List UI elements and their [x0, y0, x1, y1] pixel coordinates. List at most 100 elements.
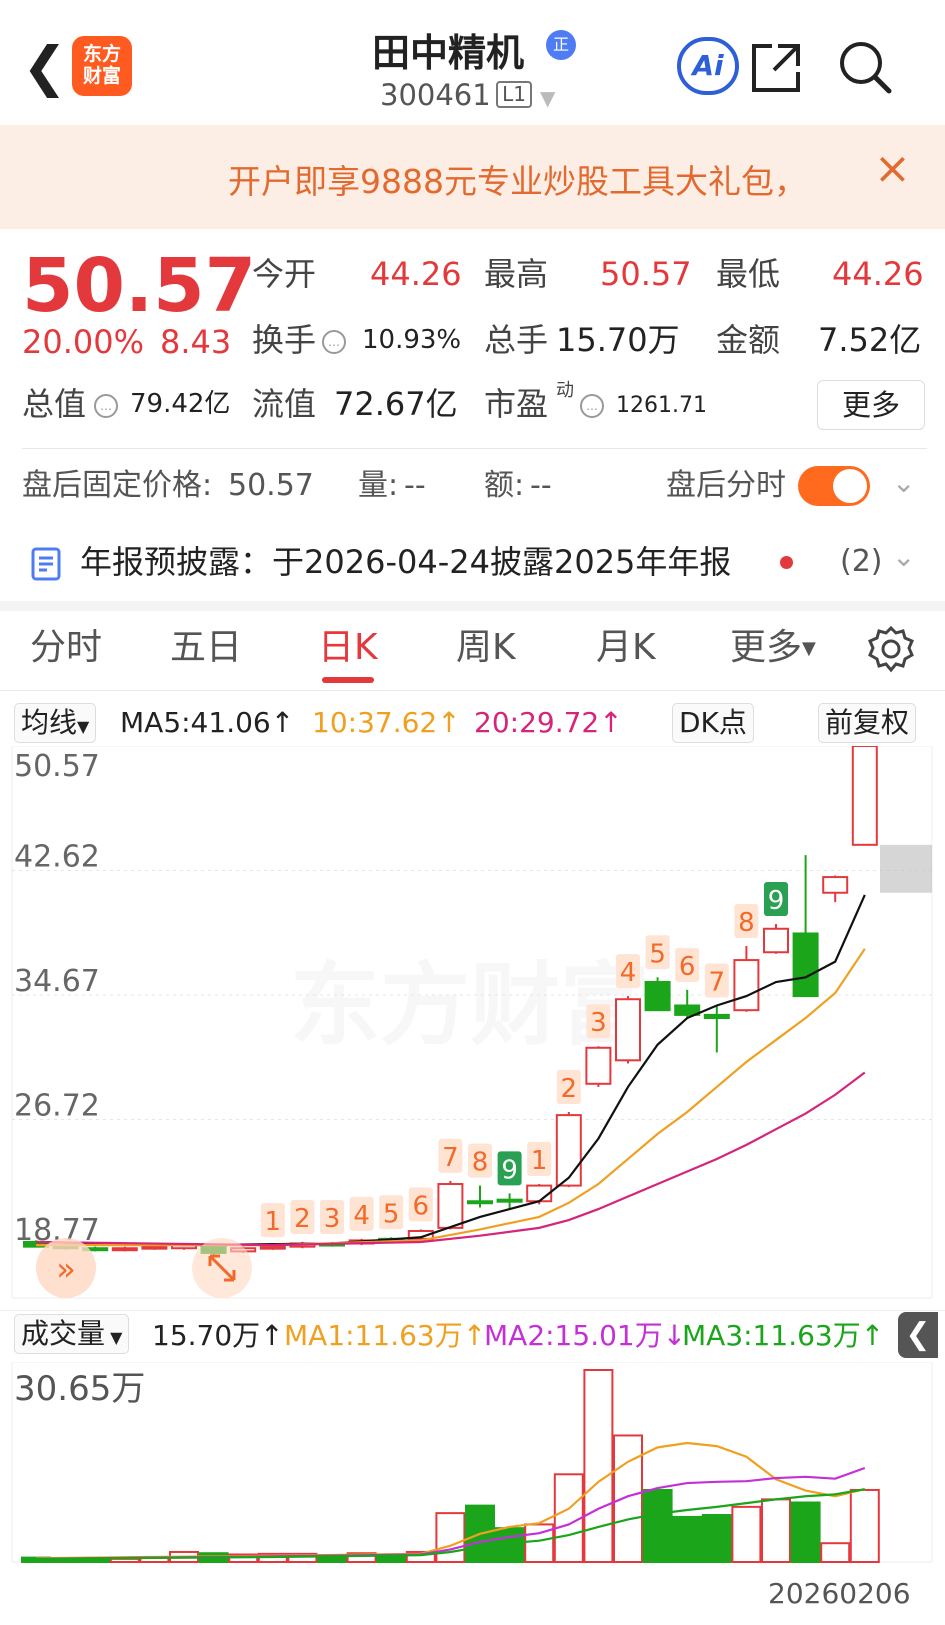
prev-close-band: [880, 844, 932, 893]
candle-body: [763, 927, 789, 954]
sequence-label-text: 6: [679, 952, 696, 982]
sequence-label-text: 3: [324, 1204, 341, 1234]
collapse-panel-icon[interactable]: ❮: [898, 1312, 938, 1358]
sequence-label: 6: [675, 947, 700, 982]
volume-bar: [672, 1515, 703, 1564]
sequence-labels: 1 2 3 4 5 67 8 9 12345 6789: [260, 882, 788, 1238]
high-label: 最高: [484, 255, 549, 293]
info-icon[interactable]: …: [318, 320, 350, 360]
candle-body: [644, 981, 671, 1012]
open-value: 44.26: [370, 255, 462, 293]
sequence-label: 9: [497, 1151, 522, 1186]
sequence-label-text: 1: [265, 1207, 282, 1237]
tab-more[interactable]: 更多▼: [730, 625, 816, 672]
vol-ma2: MA2:15.01万↓: [484, 1319, 687, 1352]
sequence-label-text: 5: [383, 1199, 400, 1229]
candle-body: [259, 1245, 286, 1250]
ma5-value: MA5:41.06↑: [120, 706, 295, 739]
app-logo[interactable]: 东方 财富: [72, 36, 132, 96]
tab-more-label: 更多: [730, 627, 803, 668]
level-badge[interactable]: L1: [496, 81, 532, 108]
vol-ma1: MA1:11.63万↑: [284, 1319, 487, 1352]
close-icon[interactable]: ×: [874, 147, 911, 191]
tab-monthly-k[interactable]: 月K: [596, 625, 656, 671]
disclosure-text[interactable]: 年报预披露：于2026-04-24披露2025年年报: [80, 540, 731, 584]
ma20-value: 20:29.72↑: [474, 706, 623, 739]
volume-bar: [701, 1514, 732, 1563]
caret-down-icon: ▼: [802, 638, 816, 659]
settings-gear-icon[interactable]: [866, 624, 916, 674]
ai-assistant-button[interactable]: Ai: [677, 37, 739, 95]
tab-weekly-k[interactable]: 周K: [456, 625, 516, 671]
volume-bar: [731, 1505, 762, 1563]
nav-left-icon[interactable]: »: [36, 1238, 96, 1298]
change-percent: 20.00%: [22, 323, 145, 361]
info-icon[interactable]: …: [90, 384, 122, 424]
stock-name: 田中精机: [372, 31, 525, 75]
promo-banner[interactable]: 开户即享9888元专业炒股工具大礼包， ×: [0, 125, 945, 229]
sequence-label-text: 5: [649, 939, 666, 969]
adjust-price-button[interactable]: 前复权: [818, 703, 917, 743]
sequence-label: 8: [734, 903, 759, 938]
tab-daily-k[interactable]: 日K: [318, 625, 378, 671]
share-icon[interactable]: [748, 40, 804, 96]
price-tick-label: 42.62: [14, 840, 100, 875]
volume-value: 15.70万: [556, 321, 680, 359]
vol-ma3: MA3:11.63万↑: [682, 1319, 885, 1352]
dk-point-button[interactable]: DK点: [672, 703, 754, 743]
sequence-label: 9: [764, 882, 788, 917]
divider: [0, 1310, 945, 1311]
toggle-knob: [833, 469, 867, 503]
sequence-label: 3: [586, 1004, 611, 1039]
volume-chart[interactable]: 30.65万: [0, 1362, 945, 1572]
sequence-label: 1: [527, 1142, 552, 1177]
sequence-label-text: 9: [501, 1155, 518, 1185]
after-hours-amt-label: 额:: [484, 468, 525, 503]
chevron-down-icon[interactable]: ⌄: [892, 540, 915, 573]
pe-value: 1261.71: [616, 393, 707, 418]
current-price: 50.57: [22, 243, 257, 329]
volume-bar: [435, 1512, 466, 1563]
candle-body: [467, 1200, 493, 1205]
candlestick-chart[interactable]: 东方财富 1 2 3 4 5 67 8 9 12345 6789 50.5742.6234.672…: [0, 746, 945, 1306]
section-gap: [0, 601, 945, 611]
caret-down-icon: ▼: [77, 717, 90, 736]
sequence-label: 7: [704, 963, 729, 998]
indicator-selector[interactable]: 均线▼: [14, 703, 97, 743]
after-hours-toggle[interactable]: [798, 466, 870, 506]
search-icon[interactable]: [836, 38, 894, 96]
back-icon[interactable]: ❮: [22, 40, 67, 94]
info-icon[interactable]: …: [576, 384, 608, 424]
after-hours-timeshare-label: 盘后分时: [666, 468, 786, 503]
volume-current: 15.70万↑: [152, 1319, 284, 1352]
candle-body: [496, 1198, 523, 1203]
more-quote-button[interactable]: 更多: [817, 380, 925, 430]
disclosure-count: (2): [840, 544, 883, 579]
chart-date: 20260206: [768, 1577, 911, 1610]
caret-down-icon[interactable]: ▼: [540, 86, 555, 110]
candle-body: [585, 1046, 612, 1085]
sequence-label: 7: [438, 1138, 463, 1173]
chevron-down-icon[interactable]: ⌄: [892, 466, 915, 499]
zheng-badge-icon: 正: [546, 30, 576, 60]
volume-bar: [642, 1488, 673, 1563]
logo-text-bottom: 财富: [82, 65, 121, 87]
sequence-label-text: 8: [738, 908, 755, 938]
unread-dot: [780, 556, 793, 569]
ma10-value: 10:37.62↑: [312, 706, 461, 739]
sequence-label: 5: [379, 1195, 404, 1230]
tab-five-day[interactable]: 五日: [170, 625, 242, 671]
candle-body: [111, 1247, 138, 1252]
candle-body: [555, 1114, 582, 1187]
volume-indicator-selector[interactable]: 成交量 ▼: [14, 1314, 130, 1354]
expand-icon[interactable]: [192, 1238, 252, 1298]
after-hours-price: 50.57: [228, 468, 314, 503]
sequence-label: 4: [616, 954, 640, 989]
sequence-label-text: 3: [590, 1008, 607, 1038]
candle-body: [437, 1183, 464, 1229]
after-hours-vol: --: [404, 468, 426, 503]
after-hours-vol-label: 量:: [358, 468, 399, 503]
after-hours-label: 盘后固定价格:: [22, 468, 213, 503]
divider: [0, 690, 945, 691]
tab-timeshare[interactable]: 分时: [30, 625, 102, 671]
